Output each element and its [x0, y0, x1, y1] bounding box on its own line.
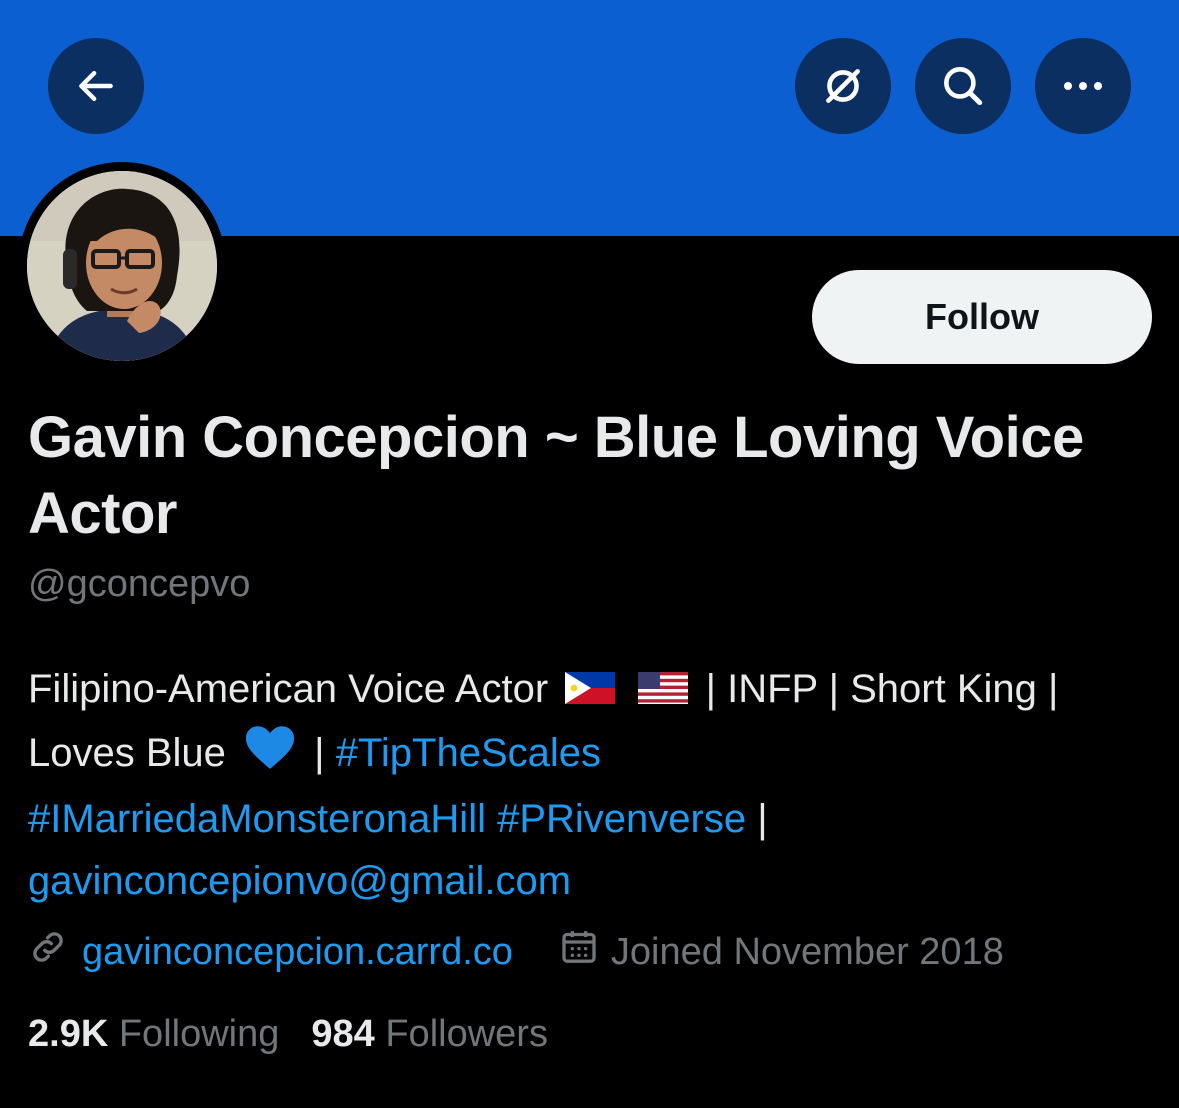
- hashtag-link[interactable]: #TipTheScales: [336, 731, 601, 775]
- back-arrow-icon: [74, 64, 118, 108]
- profile-meta: gavinconcepcion.carrd.co Joined November…: [28, 924, 1004, 980]
- bio-separator: |: [314, 731, 325, 776]
- following-link[interactable]: 2.9K Following: [28, 1013, 279, 1056]
- philippines-flag-icon: [565, 660, 616, 722]
- calendar-icon: [559, 927, 599, 977]
- hashtag-link[interactable]: #IMarriedaMonsteronaHill: [28, 797, 486, 841]
- bio-text: | INFP | Short King |: [705, 667, 1059, 711]
- avatar[interactable]: [27, 171, 217, 361]
- joined-date: Joined November 2018: [610, 930, 1004, 973]
- bio-text: Filipino-American Voice Actor: [28, 667, 549, 711]
- grok-button[interactable]: [795, 38, 891, 134]
- back-button[interactable]: [48, 38, 144, 134]
- profile-bio: Filipino-American Voice Actor | INFP | S…: [28, 658, 1168, 912]
- following-count: 2.9K: [28, 1013, 109, 1055]
- display-name: Gavin Concepcion ~ Blue Loving Voice Act…: [28, 405, 1084, 546]
- bio-separator: |: [757, 796, 768, 841]
- blue-heart-icon: [243, 724, 297, 788]
- website-link[interactable]: gavinconcepcion.carrd.co: [82, 931, 513, 974]
- bio-text: Loves Blue: [28, 731, 226, 776]
- follow-button[interactable]: Follow: [812, 270, 1152, 364]
- followers-link[interactable]: 984 Followers: [311, 1013, 548, 1056]
- follow-stats: 2.9K Following 984 Followers: [28, 1013, 548, 1056]
- followers-count: 984: [311, 1013, 375, 1055]
- us-flag-icon: [638, 660, 689, 722]
- more-button[interactable]: [1035, 38, 1131, 134]
- search-button[interactable]: [915, 38, 1011, 134]
- more-icon: [1060, 79, 1106, 93]
- email-link[interactable]: gavinconcepionvo@gmail.com: [28, 859, 571, 903]
- hashtag-link[interactable]: #PRivenverse: [497, 797, 746, 841]
- following-label: Following: [118, 1013, 280, 1055]
- followers-label: Followers: [385, 1013, 548, 1055]
- search-icon: [938, 61, 988, 111]
- link-icon: [28, 927, 68, 977]
- username-handle: @gconcepvo: [28, 563, 251, 605]
- avatar-ring: [18, 162, 226, 370]
- grok-icon: [818, 61, 868, 111]
